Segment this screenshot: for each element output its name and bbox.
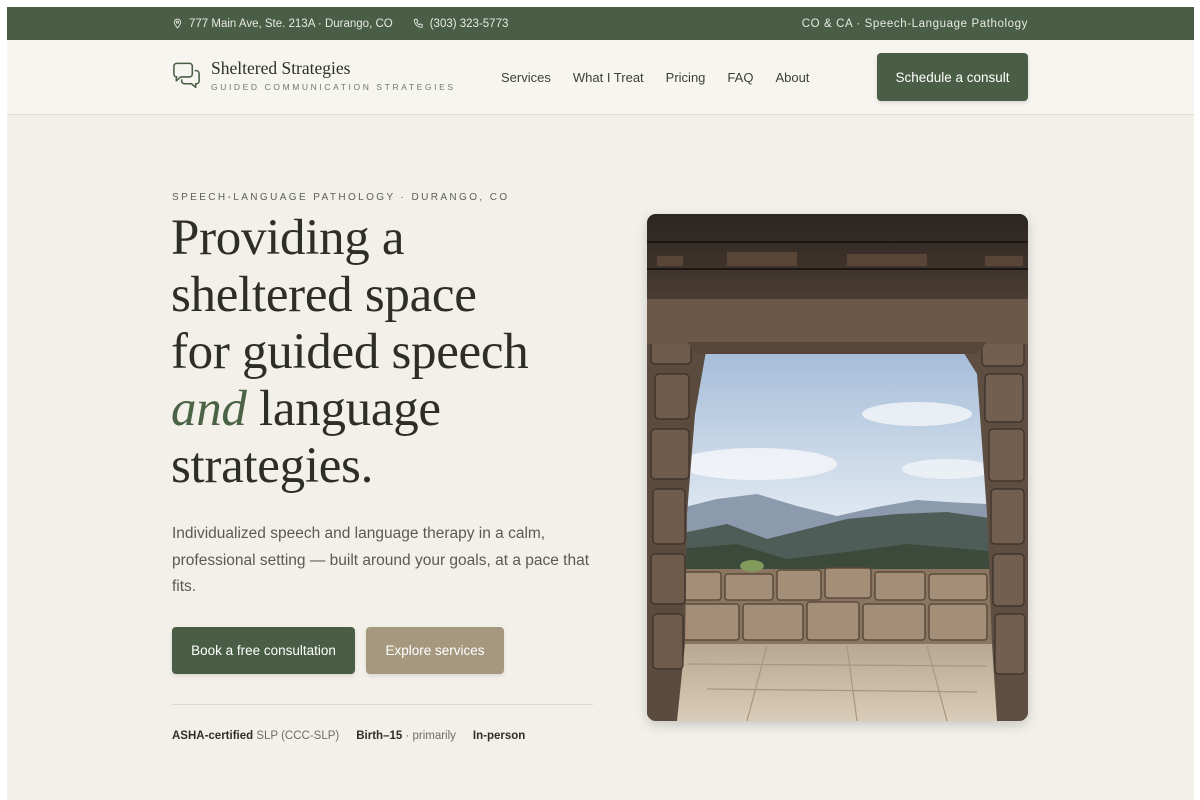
site-header: Sheltered Strategies GUIDED COMMUNICATIO… [7,40,1194,115]
setting-strong: In-person [472,730,526,742]
hero-photo [647,214,1028,721]
credential-rest: SLP (CCC-SLP) [253,730,340,742]
brand-name: Sheltered Strategies [211,58,351,78]
address-text: 777 Main Ave, Ste. 213A · Durango, CO [189,17,393,30]
headline-line-4: language [246,381,441,437]
hero-headline: Providing a sheltered space for guided s… [171,210,601,495]
hero-eyebrow: SPEECH-LANGUAGE PATHOLOGY · DURANGO, CO [172,192,510,203]
credential-strong: ASHA-certified [172,730,254,742]
page: 777 Main Ave, Ste. 213A · Durango, CO (3… [7,7,1194,800]
nav-about[interactable]: About [775,70,809,85]
hero-lead: Individualized speech and language thera… [172,525,590,595]
age-range-rest: · primarily [402,730,456,742]
top-info-bar: 777 Main Ave, Ste. 213A · Durango, CO (3… [7,7,1194,40]
headline-line-1: Providing a [171,210,405,266]
hero-divider [172,704,593,705]
headline-line-5: strategies. [171,438,374,494]
chat-bubbles-icon [173,62,200,89]
nav-faq[interactable]: FAQ [727,70,753,85]
schedule-consult-button[interactable]: Schedule a consult [877,53,1028,101]
book-consultation-button[interactable]: Book a free consultation [172,627,355,674]
phone-item[interactable]: (303) 323-5773 [413,17,509,30]
nav-services[interactable]: Services [501,70,551,85]
phone-icon [413,18,423,28]
headline-line-3: for guided speech [171,324,529,380]
brand-logo-link[interactable]: Sheltered Strategies GUIDED COMMUNICATIO… [171,58,456,92]
credentials-row: ASHA-certified SLP (CCC-SLP) Birth–15 · … [172,730,525,742]
age-range-strong: Birth–15 [356,730,403,742]
map-pin-icon [173,18,182,29]
address-item[interactable]: 777 Main Ave, Ste. 213A · Durango, CO [172,18,393,30]
credential-item: ASHA-certified SLP (CCC-SLP) [172,730,339,742]
nav-pricing[interactable]: Pricing [666,70,706,85]
nav-what-i-treat[interactable]: What I Treat [573,70,644,85]
brand-tagline: GUIDED COMMUNICATION STRATEGIES [211,81,456,92]
phone-text: (303) 323-5773 [429,17,509,30]
stone-window-mountain-image [647,214,1028,721]
headline-emphasis: and [171,381,247,437]
setting-item: In-person [473,730,525,742]
region-label: CO & CA · Speech-Language Pathology [801,17,1028,30]
age-range-item: Birth–15 · primarily [356,730,456,742]
explore-services-button[interactable]: Explore services [366,627,504,674]
main-nav: Services What I Treat Pricing FAQ About [501,40,809,115]
headline-line-2: sheltered space [171,267,477,323]
